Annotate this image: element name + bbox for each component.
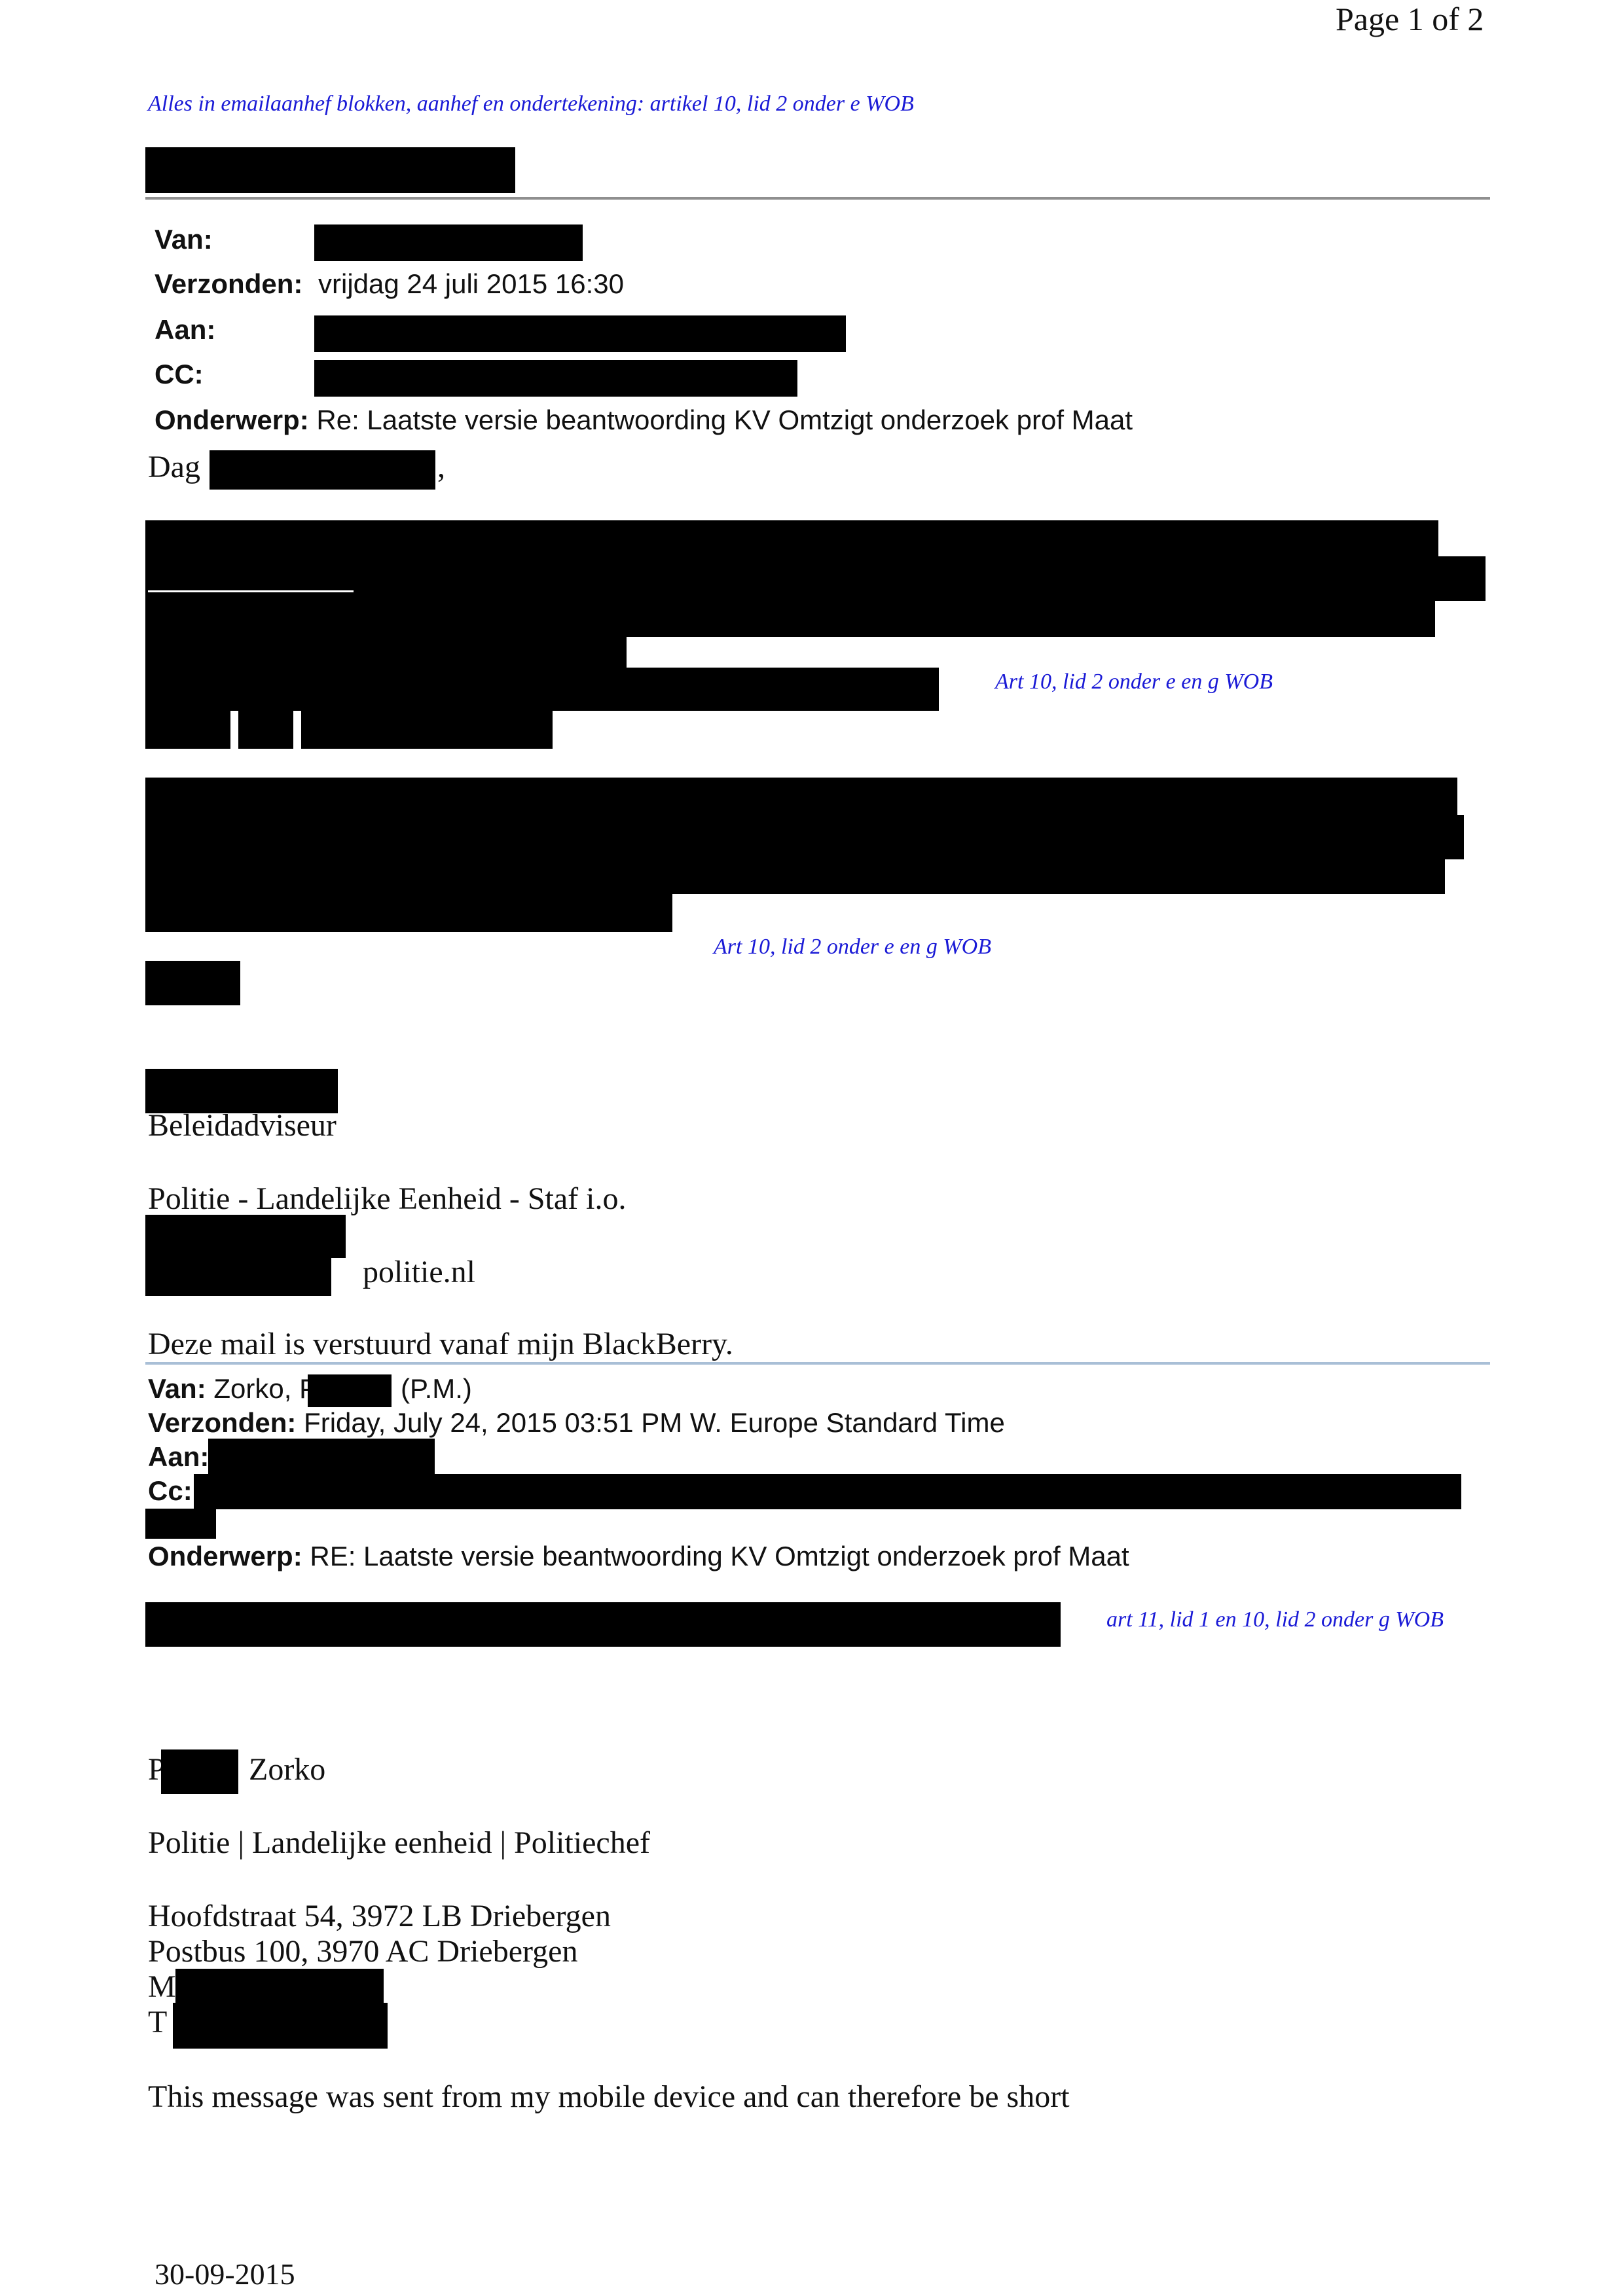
onderwerp2-line: Onderwerp: RE: Laatste versie beantwoord…: [148, 1541, 1129, 1572]
signature-title: Beleidadviseur: [148, 1108, 337, 1143]
redaction-note-top: Alles in emailaanhef blokken, aanhef en …: [148, 92, 914, 116]
signature-org: Politie - Landelijke Eenheid - Staf i.o.: [148, 1181, 627, 1216]
redaction-note: Art 10, lid 2 onder e en g WOB: [995, 670, 1273, 694]
signature-domain: politie.nl: [363, 1255, 475, 1289]
redaction-block: [145, 637, 627, 670]
van2-value-end: (P.M.): [401, 1373, 472, 1404]
redaction-block: [145, 778, 1457, 817]
redaction-block: [301, 708, 553, 749]
verzonden2-value: Friday, July 24, 2015 03:51 PM W. Europe…: [304, 1407, 1005, 1438]
blackberry-note: Deze mail is verstuurd vanaf mijn BlackB…: [148, 1327, 733, 1361]
header-divider: [145, 197, 1490, 200]
van2-label: Van:: [148, 1373, 206, 1404]
redaction-block: [145, 600, 1435, 637]
redaction-block: [314, 224, 583, 261]
redaction-block: [161, 1749, 238, 1794]
redaction-block: [145, 1602, 1061, 1647]
address-line-1: Hoofdstraat 54, 3972 LB Driebergen: [148, 1899, 611, 1933]
underline-fragment: [148, 590, 354, 592]
mobile-prefix: M: [148, 1969, 176, 2004]
redaction-block: [145, 1255, 331, 1296]
aan2-label: Aan:: [148, 1441, 210, 1472]
sig2-org: Politie | Landelijke eenheid | Politiech…: [148, 1825, 650, 1860]
greeting-start: Dag: [148, 450, 200, 484]
cc-label: CC:: [155, 359, 204, 389]
verzonden2-line: Verzonden: Friday, July 24, 2015 03:51 P…: [148, 1407, 1005, 1439]
redaction-note: Art 10, lid 2 onder e en g WOB: [714, 935, 991, 959]
page-number: Page 1 of 2: [1336, 1, 1484, 37]
redaction-block: [145, 556, 1486, 601]
email-divider: [145, 1362, 1490, 1365]
mobile-device-note: This message was sent from my mobile dev…: [148, 2079, 1070, 2114]
redaction-block: [210, 450, 435, 490]
redaction-block: [145, 668, 939, 711]
redaction-block: [308, 1374, 392, 1407]
aan-label: Aan:: [155, 314, 216, 345]
redaction-block: [145, 1215, 346, 1258]
footer-date: 30-09-2015: [155, 2257, 295, 2291]
van2-value-start: Zorko, P: [213, 1373, 318, 1404]
redaction-block: [314, 360, 797, 397]
redaction-block: [173, 2003, 388, 2049]
van-label: Van:: [155, 224, 213, 255]
onderwerp2-value: RE: Laatste versie beantwoording KV Omtz…: [310, 1541, 1129, 1571]
tel-prefix: T: [148, 2005, 168, 2039]
redaction-block: [145, 815, 1464, 859]
onderwerp-line: Onderwerp: Re: Laatste versie beantwoord…: [155, 404, 1133, 436]
verzonden2-label: Verzonden:: [148, 1407, 297, 1438]
verzonden-label: Verzonden:: [155, 268, 303, 299]
redaction-block: [238, 708, 293, 749]
sig2-surname: Zorko: [249, 1752, 326, 1787]
redaction-block: [145, 708, 230, 749]
document-page: Page 1 of 2 Alles in emailaanhef blokken…: [0, 0, 1623, 2296]
onderwerp2-label: Onderwerp:: [148, 1541, 302, 1571]
redaction-block: [208, 1439, 435, 1475]
cc2-label: Cc:: [148, 1475, 192, 1506]
onderwerp-value: Re: Laatste versie beantwoording KV Omtz…: [316, 404, 1133, 435]
redaction-block: [194, 1474, 1461, 1509]
address-line-2: Postbus 100, 3970 AC Driebergen: [148, 1934, 578, 1969]
redaction-block: [145, 893, 672, 932]
redaction-block: [145, 1509, 216, 1539]
redaction-block: [145, 147, 515, 193]
redaction-block: [145, 520, 1438, 557]
redaction-block: [145, 961, 240, 1005]
redaction-note: art 11, lid 1 en 10, lid 2 onder g WOB: [1106, 1607, 1444, 1632]
greeting-comma: ,: [437, 450, 445, 484]
van2-line: Van: Zorko, P: [148, 1373, 318, 1405]
redaction-block: [145, 857, 1445, 894]
onderwerp-label: Onderwerp:: [155, 404, 309, 435]
redaction-block: [145, 1069, 338, 1113]
verzonden-value: vrijdag 24 juli 2015 16:30: [318, 268, 625, 299]
redaction-block: [314, 315, 846, 352]
